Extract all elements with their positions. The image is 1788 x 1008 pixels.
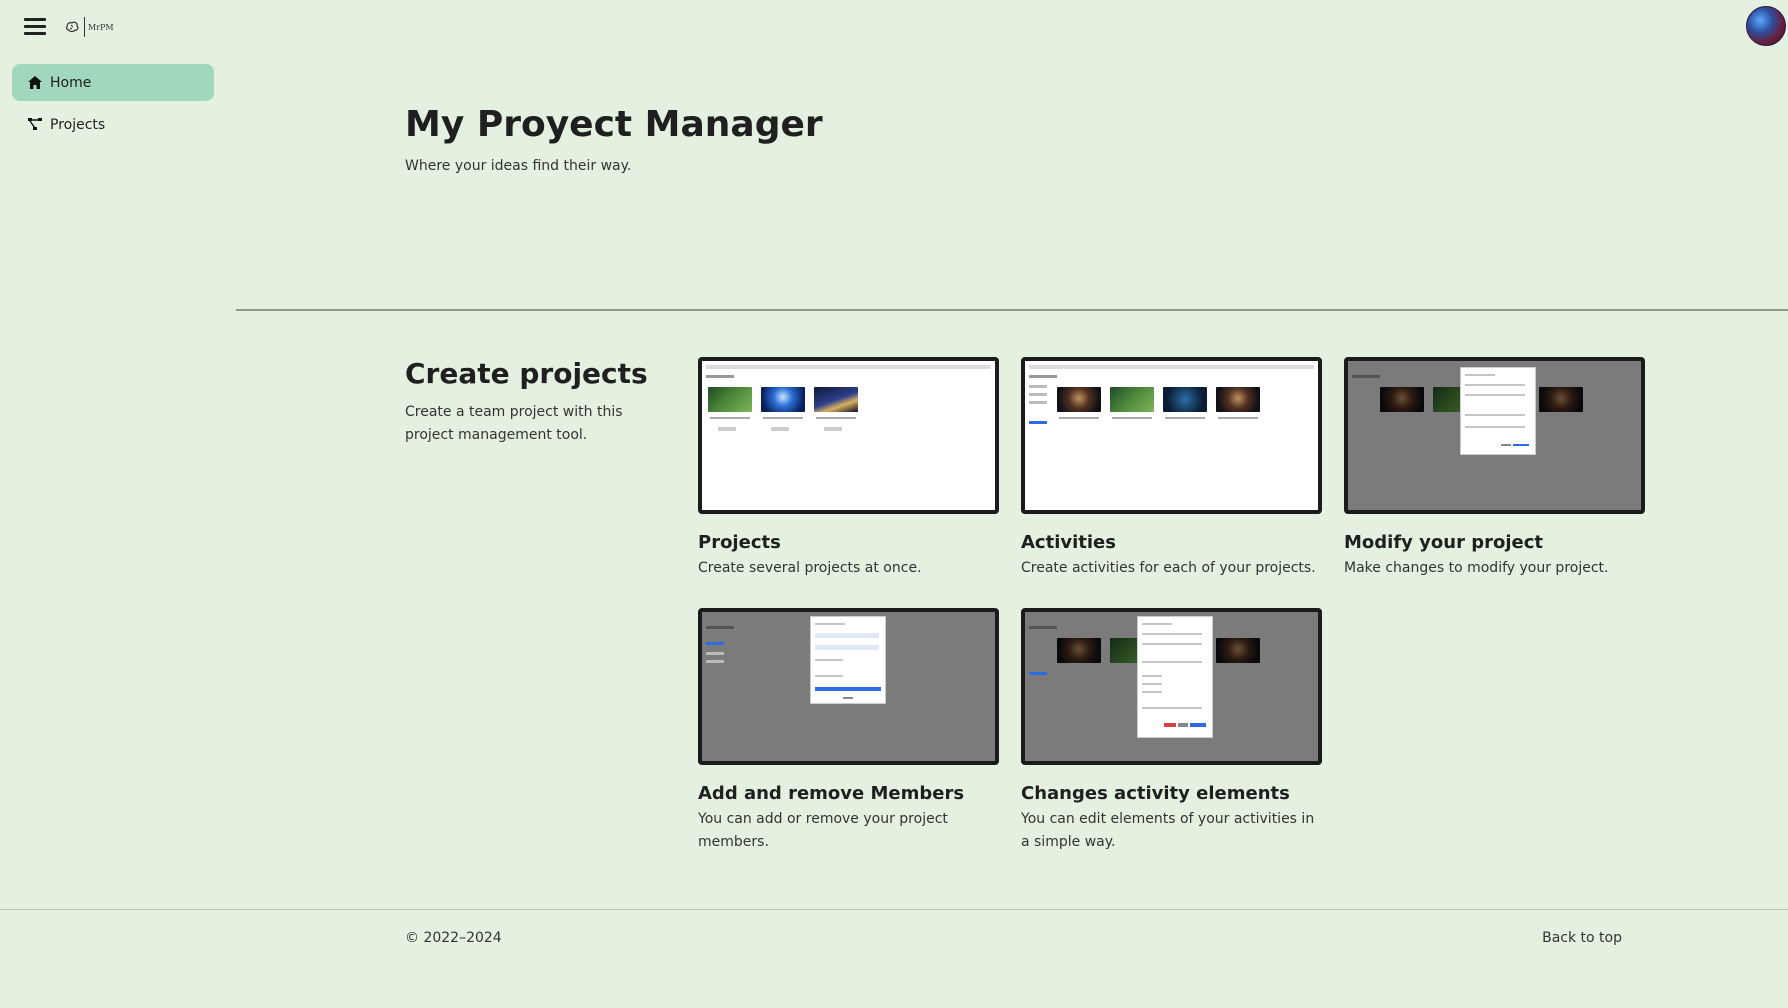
hamburger-menu-icon[interactable] [24,18,46,36]
section-title: Create projects [405,357,648,390]
card-description: You can edit elements of your activities… [1021,811,1315,850]
page-subtitle: Where your ideas find their way. [405,158,632,174]
card-description: Create activities for each of your proje… [1021,560,1316,576]
card-title: Activities [1021,532,1116,553]
card-description: Make changes to modify your project. [1344,560,1609,576]
card-description: You can add or remove your project membe… [698,811,948,850]
feature-card-modify-project[interactable]: Modify your project Make changes to modi… [1344,357,1645,580]
sidebar-item-label: Projects [50,116,106,133]
activities-screenshot-thumbnail [1021,357,1322,514]
feature-card-activities[interactable]: Activities Create activities for each of… [1021,357,1322,580]
activity-elements-screenshot-thumbnail [1021,608,1322,765]
projects-screenshot-thumbnail [698,357,999,514]
sidebar: Home Projects [12,64,214,148]
feature-card-members[interactable]: Add and remove Members You can add or re… [698,608,999,854]
section-divider [236,309,1788,311]
page-title: My Proyect Manager [405,104,823,145]
members-screenshot-thumbnail [698,608,999,765]
card-title: Projects [698,532,781,553]
footer-divider [0,909,1788,910]
project-diagram-icon [28,118,42,130]
home-icon [28,76,42,89]
card-title: Changes activity elements [1021,783,1290,804]
card-title: Modify your project [1344,532,1544,553]
app-logo[interactable]: MrPM [64,16,114,38]
user-avatar[interactable] [1746,6,1786,46]
modify-project-screenshot-thumbnail [1344,357,1645,514]
feature-card-activity-elements[interactable]: Changes activity elements You can edit e… [1021,608,1322,854]
logo-separator [84,17,85,37]
section-description: Create a team project with this project … [405,404,623,443]
card-description: Create several projects at once. [698,560,922,576]
sidebar-item-projects[interactable]: Projects [12,106,214,143]
sidebar-item-label: Home [50,74,92,91]
logo-text: MrPM [88,22,114,32]
feature-card-projects[interactable]: Projects Create several projects at once… [698,357,999,580]
back-to-top-link[interactable]: Back to top [1542,930,1622,946]
brain-logo-icon [66,21,79,33]
card-title: Add and remove Members [698,783,965,804]
sidebar-item-home[interactable]: Home [12,64,214,101]
copyright-text: © 2022–2024 [405,930,502,946]
